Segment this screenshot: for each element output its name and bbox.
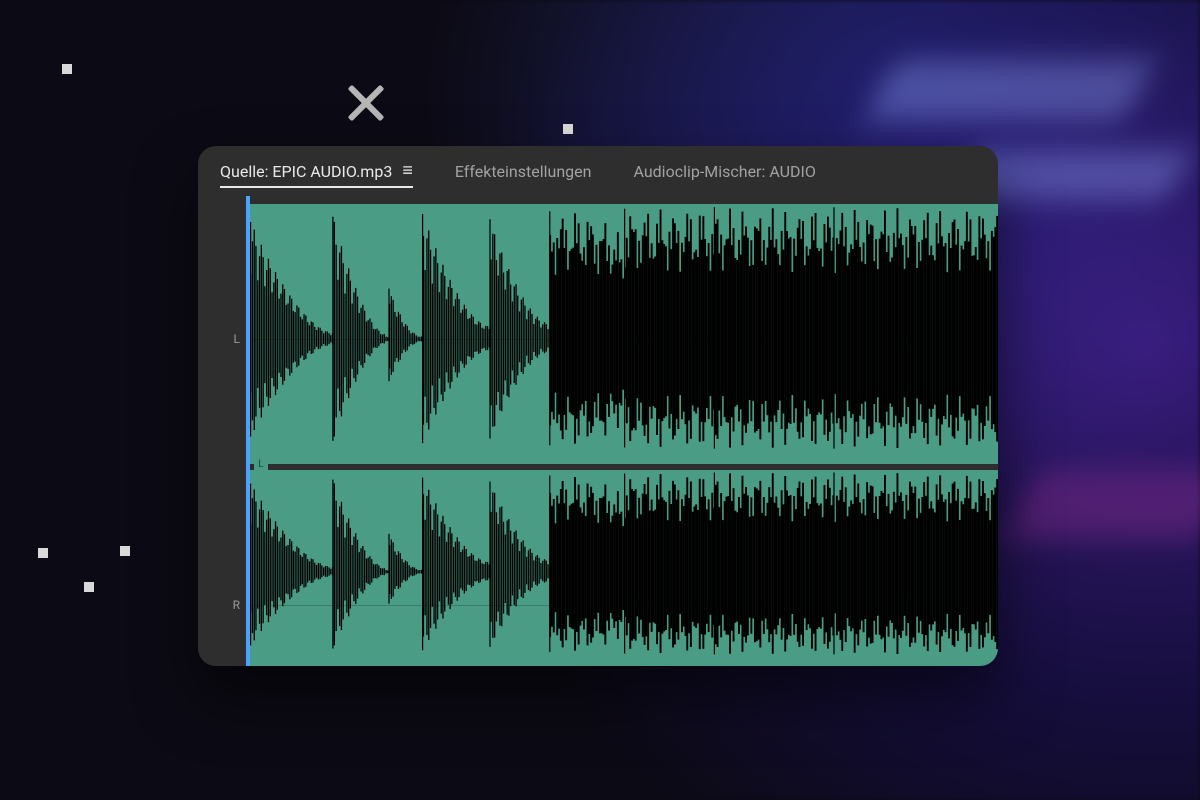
channel-gutter: L R xyxy=(198,196,246,666)
panel-tab-bar: Quelle: EPIC AUDIO.mp3 ≡ Effekteinstellu… xyxy=(198,146,998,196)
background-square xyxy=(563,124,573,134)
tab-effects-label: Effekteinstellungen xyxy=(455,162,592,181)
tab-mixer-label: Audioclip-Mischer: AUDIO xyxy=(633,162,815,181)
background-square xyxy=(38,548,48,558)
channel-label-left: L xyxy=(198,332,240,346)
close-icon xyxy=(343,80,389,126)
source-monitor-panel: Quelle: EPIC AUDIO.mp3 ≡ Effekteinstellu… xyxy=(198,146,998,666)
tab-source[interactable]: Quelle: EPIC AUDIO.mp3 ≡ xyxy=(220,146,413,196)
background-square xyxy=(84,582,94,592)
playhead[interactable] xyxy=(246,196,250,666)
background-square xyxy=(120,546,130,556)
tab-source-label: Quelle: EPIC AUDIO.mp3 xyxy=(220,162,392,181)
waveform-area[interactable]: L xyxy=(246,196,998,666)
channel-label-right: R xyxy=(198,598,240,612)
waveform-channel-left xyxy=(250,204,998,464)
waveform-channel-right xyxy=(250,470,998,666)
background-square xyxy=(62,64,72,74)
panel-body: L R L xyxy=(198,196,998,666)
hamburger-icon[interactable]: ≡ xyxy=(402,162,413,180)
tab-effect-controls[interactable]: Effekteinstellungen xyxy=(455,146,592,196)
tab-audio-clip-mixer[interactable]: Audioclip-Mischer: AUDIO xyxy=(633,146,815,196)
